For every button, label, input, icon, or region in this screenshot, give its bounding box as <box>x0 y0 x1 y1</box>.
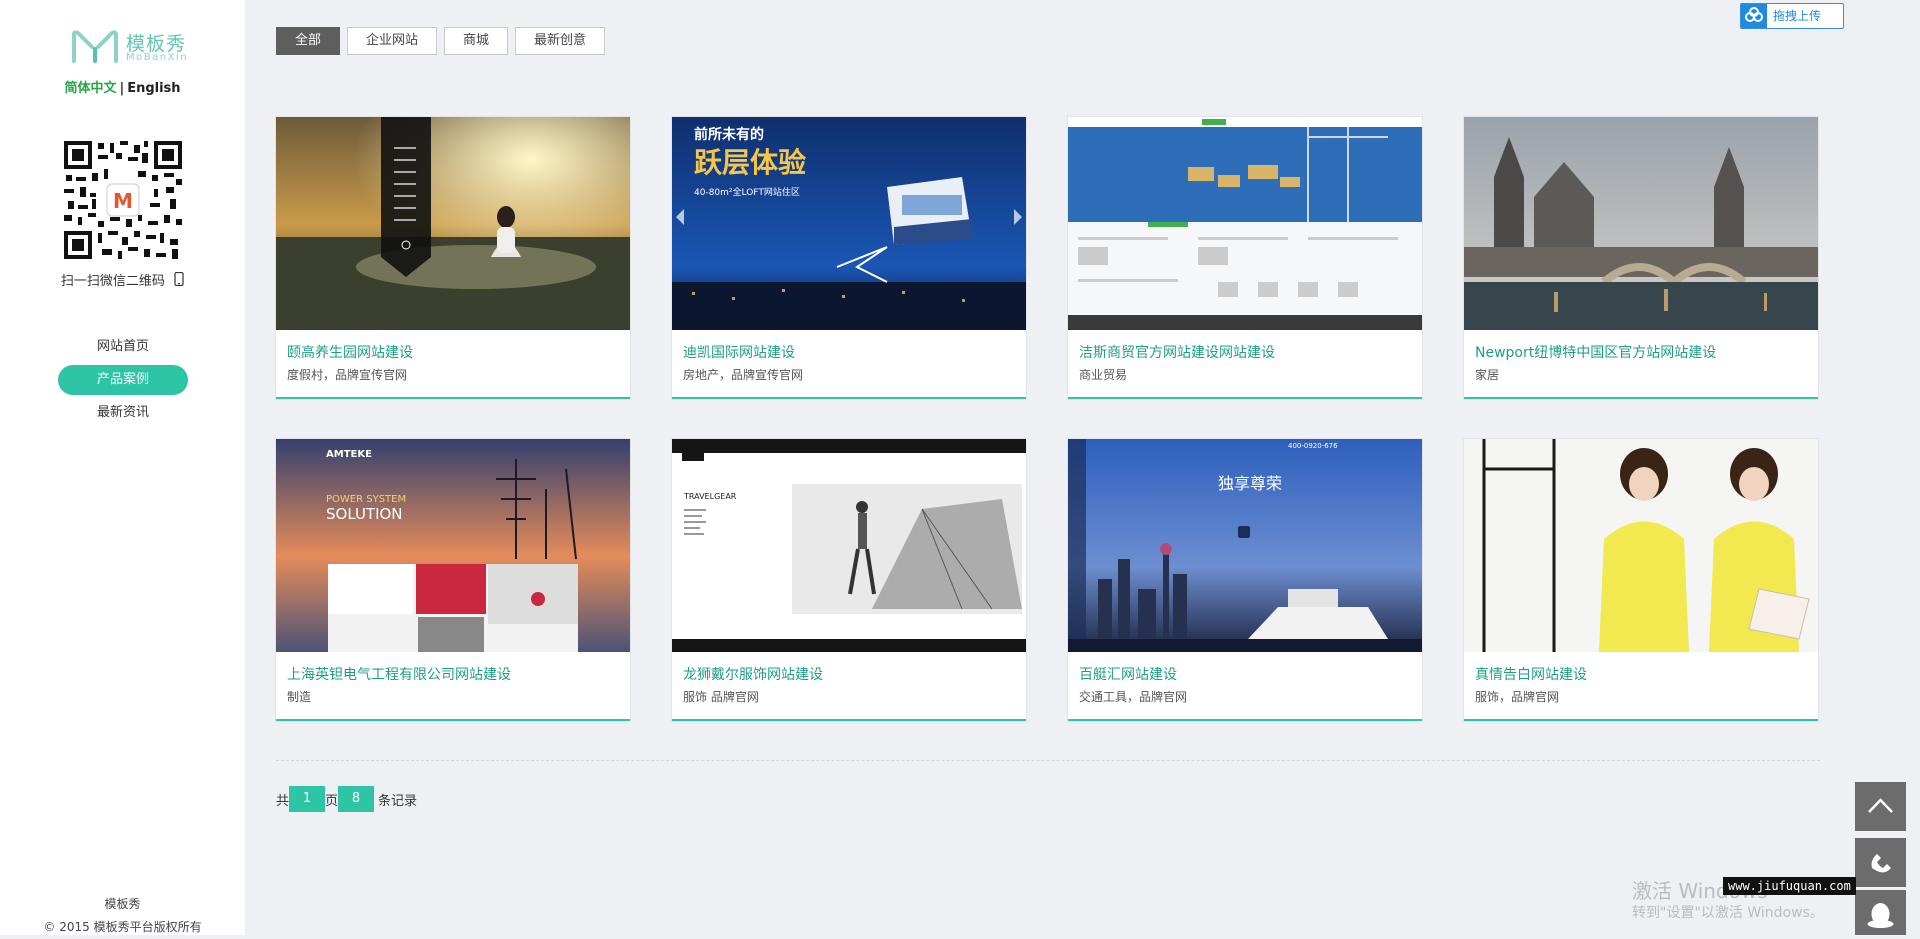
case-title[interactable]: 真情告白网站建设 <box>1475 664 1587 684</box>
case-thumbnail[interactable]: 前所未有的 跃层体验 40-80m²全LOFT网站住区 <box>672 117 1026 330</box>
case-tags: 服饰，品牌官网 <box>1475 690 1560 704</box>
case-title[interactable]: 龙狮戴尔服饰网站建设 <box>683 664 823 684</box>
case-thumbnail[interactable]: AMTEKE POWER SYSTEM SOLUTION <box>276 439 630 652</box>
phone-contact-button[interactable] <box>1855 838 1906 887</box>
case-thumbnail[interactable]: TRAVELGEAR <box>672 439 1026 652</box>
case-title[interactable]: 上海英钽电气工程有限公司网站建设 <box>287 664 511 684</box>
pager-prefix: 共 <box>276 793 290 809</box>
filter-enterprise[interactable]: 企业网站 <box>347 27 438 55</box>
case-card[interactable]: 洁斯商贸官方网站建设网站建设 商业贸易 <box>1068 117 1422 399</box>
case-thumbnail[interactable] <box>1464 439 1818 652</box>
case-card[interactable]: 颐高养生园网站建设 度假村，品牌宣传官网 <box>276 117 630 399</box>
pagination: 共 1 页 8 条记录 <box>276 786 417 812</box>
case-card[interactable]: 前所未有的 跃层体验 40-80m²全LOFT网站住区 迪凯国际网站建设 房地产… <box>672 117 1026 399</box>
thumb-big-text: 跃层体验 <box>694 146 806 179</box>
qq-penguin-icon <box>1867 903 1894 928</box>
chevron-up-icon <box>1868 798 1893 813</box>
site-watermark-stamp: www.jiufuquan.com <box>1723 877 1856 895</box>
wechat-qr-code: M <box>62 139 184 261</box>
pager-mid: 页 <box>325 793 339 809</box>
case-card[interactable]: 真情告白网站建设 服饰，品牌官网 <box>1464 439 1818 721</box>
divider <box>276 760 1820 761</box>
logo-subtext: MoBanXin <box>126 52 189 63</box>
logo[interactable]: 模板秀 MoBanXin <box>70 25 196 67</box>
cloud-icon <box>1741 4 1767 28</box>
case-tags: 家居 <box>1475 368 1500 382</box>
thumb-heading: 前所未有的 <box>694 126 764 143</box>
thumb-label: TRAVELGEAR <box>683 492 737 501</box>
logo-mark-icon <box>72 30 118 63</box>
case-card[interactable]: AMTEKE POWER SYSTEM SOLUTION 上海英钽电气工程有限公… <box>276 439 630 721</box>
footer-copyright: © 2015 模板秀平台版权所有 <box>43 920 202 934</box>
case-tags: 交通工具，品牌官网 <box>1079 690 1188 704</box>
case-title[interactable]: 迪凯国际网站建设 <box>683 342 795 362</box>
lang-separator: | <box>119 81 125 96</box>
case-thumbnail[interactable]: 400-0920-676 独享尊荣 <box>1068 439 1422 652</box>
mobile-phone-icon <box>174 271 184 287</box>
filter-shop[interactable]: 商城 <box>444 27 509 55</box>
case-tags: 制造 <box>287 690 312 704</box>
case-thumbnail[interactable] <box>1464 117 1818 330</box>
thumb-headline: POWER SYSTEM <box>326 494 406 505</box>
case-tags: 度假村，品牌宣传官网 <box>287 368 408 382</box>
record-count: 8 <box>338 786 375 812</box>
back-to-top-button[interactable] <box>1855 782 1906 831</box>
page-count[interactable]: 1 <box>289 786 326 812</box>
thumb-phone: 400-0920-676 <box>1288 442 1338 450</box>
lang-chinese-link[interactable]: 简体中文 <box>64 81 116 96</box>
case-title[interactable]: Newport纽博特中国区官方站网站建设 <box>1475 342 1716 362</box>
footer-brand: 模板秀 <box>104 897 141 911</box>
case-grid: 颐高养生园网站建设 度假村，品牌宣传官网 前所未有的 跃层体验 40-80m²全… <box>276 117 1820 727</box>
thumb-headline-2: SOLUTION <box>326 505 403 523</box>
nav-item-cases[interactable]: 产品案例 <box>58 365 188 395</box>
drag-upload-button[interactable]: 拖拽上传 <box>1740 3 1844 29</box>
case-card[interactable]: 400-0920-676 独享尊荣 百艇汇网站建设 交通工具，品牌官网 <box>1068 439 1422 721</box>
case-title[interactable]: 颐高养生园网站建设 <box>287 342 413 362</box>
qr-caption-text: 扫一扫微信二维码 <box>60 274 165 289</box>
sidebar: 模板秀 MoBanXin 简体中文 | English M 扫一扫微信二维码 网… <box>0 0 245 935</box>
nav-item-news[interactable]: 最新资讯 <box>58 398 188 428</box>
os-activation-watermark-sub: 转到"设置"以激活 Windows。 <box>1632 905 1824 921</box>
lang-english-link[interactable]: English <box>127 81 180 96</box>
thumb-heading: 独享尊荣 <box>1218 474 1282 493</box>
case-tags: 服饰 品牌官网 <box>683 690 759 704</box>
sidebar-nav: 网站首页 产品案例 最新资讯 <box>58 332 188 431</box>
filter-tabs: 全部 企业网站 商城 最新创意 <box>276 27 606 55</box>
sidebar-footer: 模板秀 © 2015 模板秀平台版权所有 <box>0 893 245 939</box>
case-title[interactable]: 百艇汇网站建设 <box>1079 664 1177 684</box>
case-tags: 商业贸易 <box>1079 368 1128 382</box>
qr-code-image: M <box>62 139 184 261</box>
case-thumbnail[interactable] <box>1068 117 1422 330</box>
language-switch: 简体中文 | English <box>0 77 245 96</box>
thumb-subtext: 40-80m²全LOFT网站住区 <box>694 186 800 198</box>
nav-item-home[interactable]: 网站首页 <box>58 332 188 362</box>
qq-contact-button[interactable] <box>1855 890 1906 935</box>
thumb-logo-text: AMTEKE <box>326 449 372 460</box>
case-card[interactable]: Newport纽博特中国区官方站网站建设 家居 <box>1464 117 1818 399</box>
upload-label: 拖拽上传 <box>1773 9 1822 23</box>
filter-creative[interactable]: 最新创意 <box>515 27 606 55</box>
case-card[interactable]: TRAVELGEAR 龙狮戴尔服饰网站建设 服饰 品牌官网 <box>672 439 1026 721</box>
case-tags: 房地产，品牌宣传官网 <box>683 368 804 382</box>
phone-icon <box>1871 854 1891 873</box>
case-title[interactable]: 洁斯商贸官方网站建设网站建设 <box>1079 342 1275 362</box>
svg-text:M: M <box>113 189 133 213</box>
filter-all[interactable]: 全部 <box>276 27 341 55</box>
qr-caption: 扫一扫微信二维码 <box>0 270 245 289</box>
pager-suffix: 条记录 <box>378 793 418 809</box>
case-thumbnail[interactable] <box>276 117 630 330</box>
